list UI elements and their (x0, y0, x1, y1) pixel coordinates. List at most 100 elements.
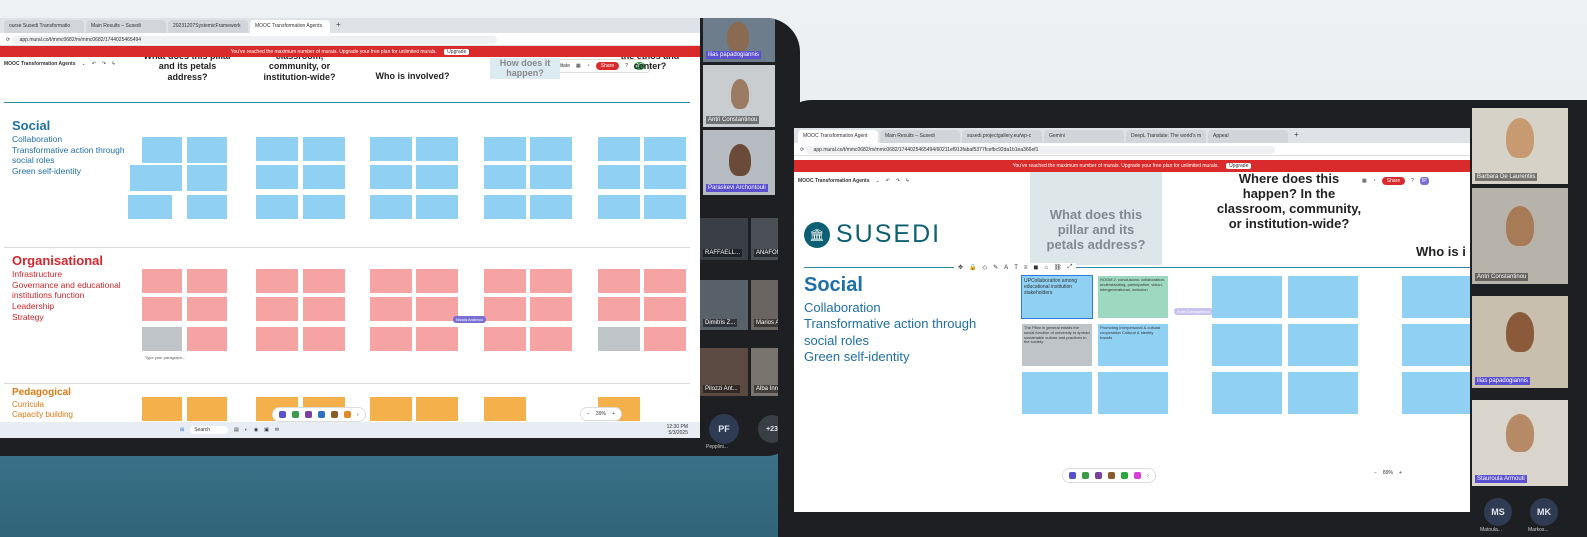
sticky-note[interactable] (530, 137, 572, 161)
sticky-note[interactable] (128, 195, 172, 219)
font-size-icon[interactable]: A (1004, 265, 1008, 271)
sticky-note[interactable] (303, 195, 345, 219)
sticky-note[interactable] (1402, 276, 1470, 318)
participant-tile[interactable]: Stauroula Armouti (1472, 400, 1568, 486)
participant-tile[interactable]: Paraskevi Archontouli (703, 130, 775, 195)
chevron-down-icon[interactable]: ⌄ (876, 178, 880, 184)
sticky-note[interactable] (416, 165, 458, 189)
sticky-note[interactable] (187, 269, 227, 293)
avatar[interactable] (1108, 472, 1115, 479)
grid-icon[interactable]: ▦ (576, 63, 581, 69)
sticky-note[interactable] (530, 327, 572, 351)
sticky-note[interactable] (484, 137, 526, 161)
sticky-note[interactable]: Promoting interpersonal & cultural coope… (1098, 324, 1168, 366)
sticky-note[interactable] (598, 137, 640, 161)
sticky-note[interactable] (187, 397, 227, 421)
participant-tile[interactable]: Barbara De Laurentiis (1472, 108, 1568, 184)
avatar[interactable]: IP (1419, 177, 1429, 185)
sticky-note[interactable] (1212, 276, 1282, 318)
reload-icon[interactable]: ⟳ (800, 147, 804, 153)
sticky-note[interactable] (142, 397, 182, 421)
avatar[interactable] (344, 411, 351, 418)
tab-main-results[interactable]: Main Results – Susedi (86, 20, 166, 33)
tab-susedi-course[interactable]: ourse Susedi Transformatio (4, 20, 84, 33)
sticky-note[interactable] (484, 269, 526, 293)
sticky-note[interactable] (484, 195, 526, 219)
move-icon[interactable]: ✥ (958, 264, 963, 271)
plus-icon[interactable]: + (1399, 470, 1402, 476)
sticky-note[interactable] (187, 137, 227, 163)
new-tab-icon[interactable]: + (1290, 130, 1303, 143)
participant-initials[interactable]: PF (709, 414, 739, 444)
lightning-icon[interactable]: ϟ (112, 61, 115, 67)
sticky-note[interactable] (416, 195, 458, 219)
participant-tile[interactable]: Pilozzi Ant... (700, 348, 748, 396)
sticky-note[interactable] (1212, 372, 1282, 414)
sticky-note[interactable] (530, 165, 572, 189)
undo-icon[interactable]: ↶ (886, 178, 890, 184)
sticky-note[interactable] (644, 327, 686, 351)
avatar[interactable] (1134, 472, 1141, 479)
lock-icon[interactable]: 🔒 (969, 264, 976, 271)
zoom-level[interactable]: 89% (1383, 470, 1393, 476)
sticky-note[interactable] (187, 165, 227, 191)
left-board-name[interactable]: MOOC Transformation Agents (4, 61, 76, 67)
avatar[interactable] (1082, 472, 1089, 479)
sticky-note[interactable]: ROOM 2: conclusions, collaboration, unde… (1098, 276, 1168, 318)
avatar[interactable] (1069, 472, 1076, 479)
color-icon[interactable]: ◼ (1033, 264, 1038, 271)
help-icon[interactable]: ? (1411, 178, 1414, 184)
sticky-note[interactable] (484, 165, 526, 189)
sticky-note[interactable] (256, 165, 298, 189)
undo-icon[interactable]: ↶ (92, 61, 96, 67)
tab-appeal[interactable]: Appeal (1208, 130, 1288, 143)
file-explorer-icon[interactable]: ▤ (234, 427, 239, 433)
reload-icon[interactable]: ⟳ (6, 37, 10, 43)
sticky-note[interactable] (1402, 372, 1470, 414)
sticky-note[interactable] (530, 269, 572, 293)
sticky-note[interactable] (484, 327, 526, 351)
chevron-right-icon[interactable]: › (1147, 473, 1149, 479)
sticky-note[interactable] (416, 137, 458, 161)
participant-tile[interactable]: RAFFAELL... (700, 218, 748, 260)
sticky-note[interactable] (530, 195, 572, 219)
sticky-note[interactable] (598, 297, 640, 321)
lightning-icon[interactable]: ϟ (906, 178, 909, 184)
sticky-note[interactable] (416, 269, 458, 293)
zoom-level[interactable]: 39% (596, 411, 606, 417)
avatar[interactable] (318, 411, 325, 418)
teams-icon[interactable]: ▣ (264, 427, 269, 433)
participant-tile[interactable]: Antri Constantinou (703, 65, 775, 127)
avatar[interactable] (1121, 472, 1128, 479)
sticky-note[interactable] (1288, 324, 1358, 366)
right-upgrade-button[interactable]: Upgrade (1226, 163, 1252, 169)
sticky-note[interactable] (644, 297, 686, 321)
sticky-note[interactable] (130, 165, 182, 191)
tag-icon[interactable]: ⌂ (1044, 265, 1048, 271)
sticky-note[interactable] (187, 195, 227, 219)
link-icon[interactable]: ⛓ (1054, 264, 1062, 271)
mail-icon[interactable]: ✉ (275, 427, 279, 433)
sticky-note[interactable] (1288, 372, 1358, 414)
sticky-note[interactable] (303, 165, 345, 189)
sticky-note[interactable] (1402, 324, 1470, 366)
participant-tile[interactable]: Antri Constantinou (1472, 188, 1568, 284)
sticky-note[interactable] (416, 297, 458, 321)
align-icon[interactable]: ≡ (1024, 265, 1028, 271)
sticky-note-selected[interactable]: UPCollaboration among educational instit… (1021, 275, 1093, 319)
sticky-note[interactable] (484, 297, 526, 321)
left-upgrade-button[interactable]: Upgrade (444, 49, 470, 55)
participant-tile[interactable]: ilias papadogiannis (1472, 296, 1568, 388)
sticky-note[interactable] (370, 137, 412, 161)
chevron-down-icon[interactable]: ⌄ (82, 61, 86, 67)
sticky-note[interactable] (370, 195, 412, 219)
sticky-note[interactable] (370, 327, 412, 351)
sticky-note[interactable] (598, 327, 640, 351)
plus-icon[interactable]: + (612, 411, 615, 417)
sticky-note[interactable] (484, 397, 526, 421)
participant-tile[interactable]: ilias papadogiannis (703, 18, 775, 62)
sticky-note[interactable] (256, 269, 298, 293)
tab-susedi-gallery[interactable]: susedi.projectgallery.eu/wp-c (962, 130, 1042, 143)
sticky-note[interactable] (1288, 276, 1358, 318)
avatar[interactable] (279, 411, 286, 418)
